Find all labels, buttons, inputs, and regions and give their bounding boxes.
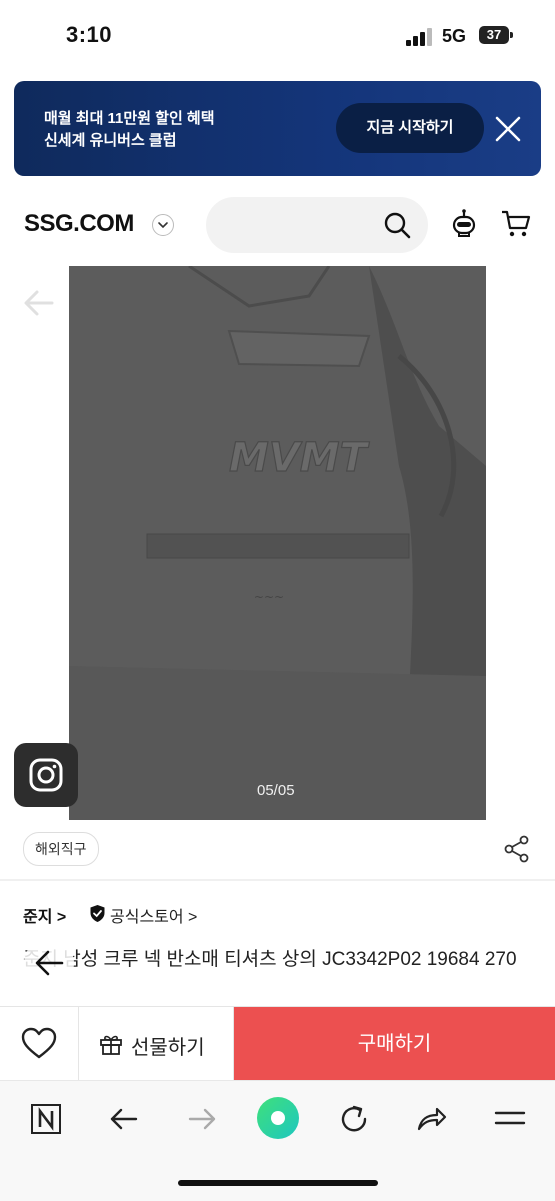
naver-home-icon[interactable]	[30, 1103, 62, 1135]
back-arrow-icon[interactable]	[22, 286, 56, 320]
refresh-icon[interactable]	[338, 1103, 370, 1135]
svg-text:MVMT: MVMT	[229, 435, 370, 481]
divider	[0, 879, 555, 881]
camera-icon	[29, 758, 63, 792]
product-title: 준지 남성 크루 넥 반소매 티셔츠 상의 JC3342P02 19684 27…	[23, 949, 517, 970]
instagram-button[interactable]	[14, 743, 78, 807]
brand-link[interactable]: 준지 >	[23, 903, 66, 927]
image-pager: 05/05	[257, 782, 295, 799]
banner-text-line2: 신세계 유니버스 클럽	[44, 132, 177, 149]
back-icon[interactable]	[108, 1103, 140, 1135]
promo-banner[interactable]: 매월 최대 11만원 할인 혜택 신세계 유니버스 클럽 지금 시작하기	[14, 81, 541, 176]
cart-icon[interactable]	[500, 208, 532, 238]
signal-icon	[406, 28, 434, 46]
svg-text:~~~: ~~~	[254, 590, 284, 604]
share-icon[interactable]	[415, 1103, 447, 1135]
overseas-tag: 해외직구	[23, 832, 99, 866]
home-indicator	[178, 1180, 378, 1186]
forward-icon[interactable]	[186, 1103, 218, 1135]
product-image[interactable]: MVMT ~~~	[69, 266, 486, 820]
buy-button[interactable]: 구매하기	[234, 1007, 555, 1081]
status-time: 3:10	[66, 22, 113, 47]
menu-icon[interactable]	[494, 1103, 526, 1135]
gift-button[interactable]: 선물하기	[79, 1007, 234, 1081]
shield-check-icon	[90, 905, 105, 922]
chatbot-icon[interactable]	[449, 208, 479, 238]
product-photo: MVMT ~~~	[69, 266, 486, 820]
close-icon[interactable]	[494, 115, 522, 143]
back-arrow-icon	[35, 950, 64, 976]
heart-icon	[21, 1027, 57, 1059]
official-store-link[interactable]: 공식스토어 >	[110, 903, 197, 927]
floating-back-button[interactable]	[24, 938, 74, 988]
banner-text-line1: 매월 최대 11만원 할인 혜택	[44, 110, 215, 127]
battery-icon: 37	[479, 26, 513, 44]
share-icon[interactable]	[504, 835, 530, 863]
network-label: 5G	[442, 26, 467, 46]
purchase-action-bar: 선물하기 구매하기	[0, 1006, 555, 1081]
search-icon[interactable]	[382, 210, 412, 240]
wishlist-button[interactable]	[0, 1007, 79, 1081]
gift-icon	[100, 1035, 122, 1055]
chevron-down-icon[interactable]	[152, 214, 174, 236]
green-dot-icon[interactable]	[255, 1095, 301, 1141]
start-now-button[interactable]: 지금 시작하기	[336, 103, 484, 153]
gift-label: 선물하기	[131, 1037, 205, 1059]
ssg-logo[interactable]: SSG.COM	[24, 210, 134, 238]
